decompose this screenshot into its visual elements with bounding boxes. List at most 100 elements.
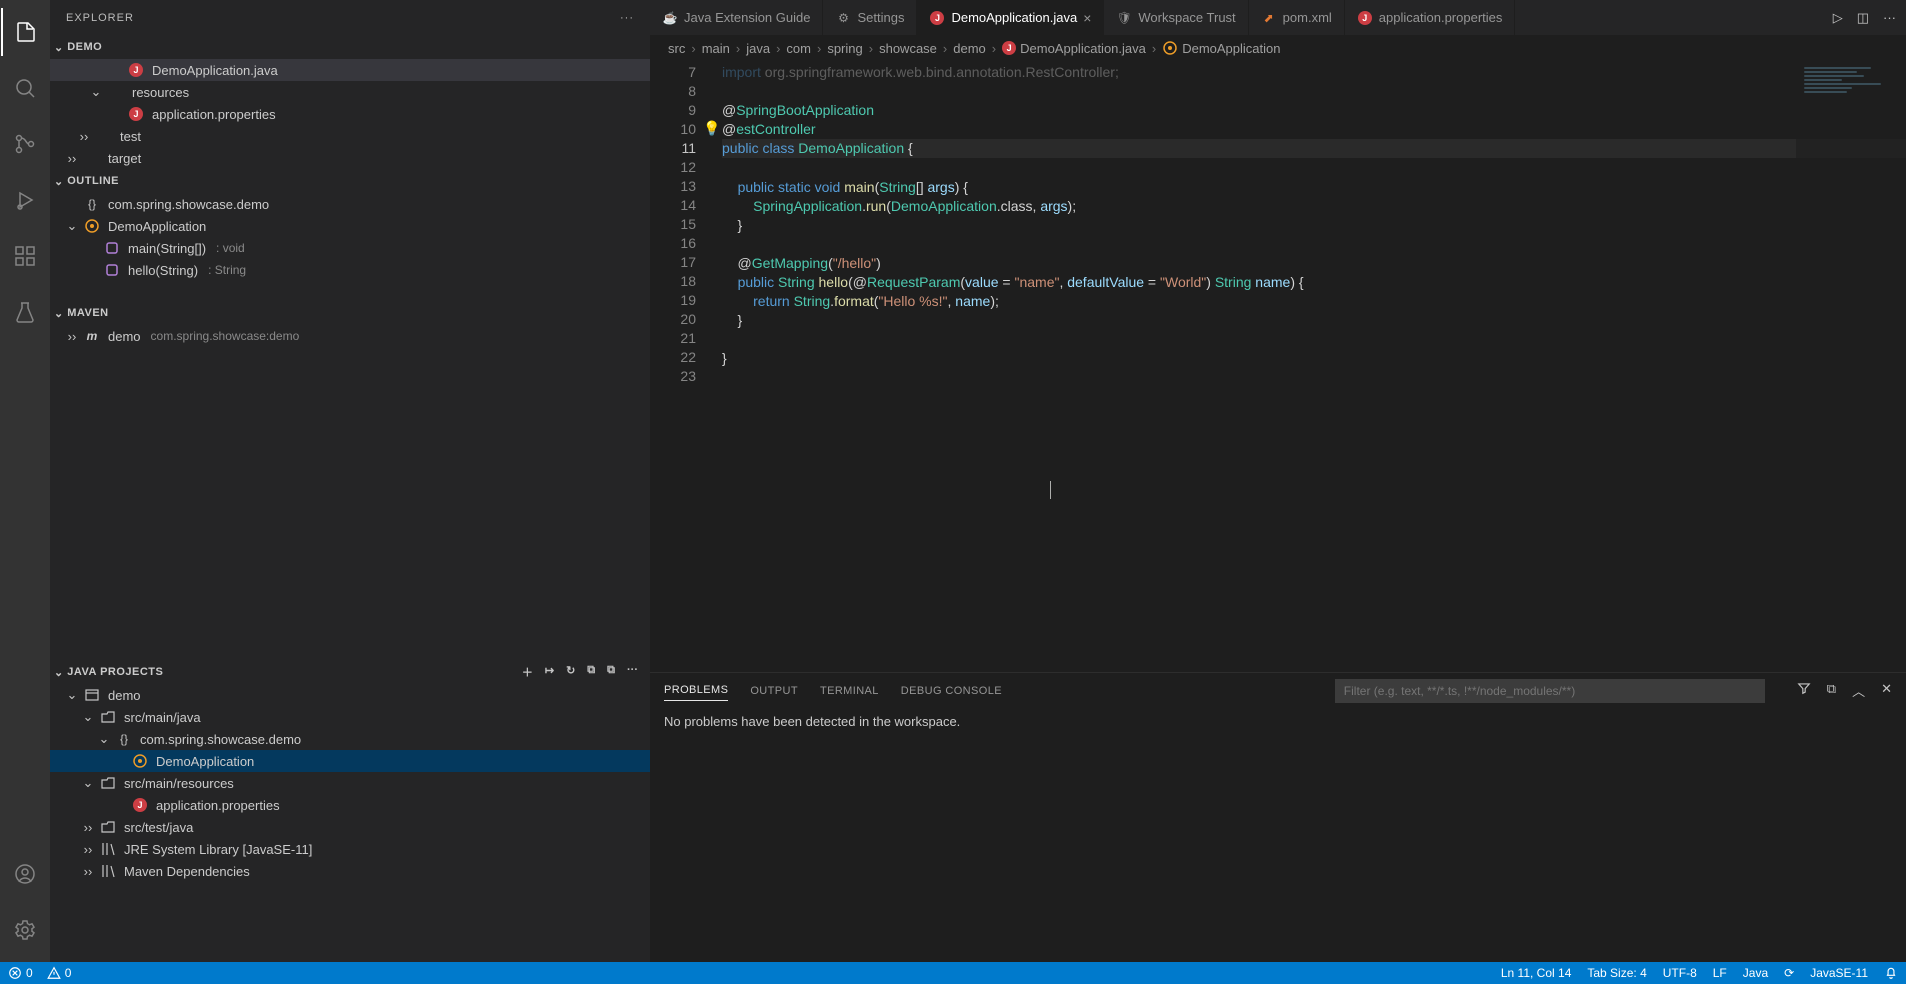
status-lang[interactable]: Java [1743, 966, 1768, 980]
problems-filter-input[interactable] [1335, 679, 1765, 703]
tree-item[interactable]: ⌄DemoApplication [50, 215, 650, 237]
panel-tab-terminal[interactable]: TERMINAL [820, 681, 879, 701]
status-jdk[interactable]: JavaSE-11 [1810, 966, 1868, 980]
filter-icon[interactable] [1797, 681, 1811, 700]
source-control-icon[interactable] [1, 120, 49, 168]
collapse-all-icon[interactable]: ⧉ [1827, 681, 1836, 700]
manage-gear-icon[interactable] [1, 906, 49, 954]
breadcrumb-item[interactable]: src [668, 41, 685, 56]
split-editor-icon[interactable]: ◫ [1857, 10, 1869, 26]
tree-item[interactable]: hello(String): String [50, 259, 650, 281]
editor-tab[interactable]: 🛡Workspace Trust [1104, 0, 1248, 35]
run-icon[interactable]: ▷ [1833, 10, 1843, 26]
editor-tab[interactable]: ☕Java Extension Guide [650, 0, 823, 35]
tree-item[interactable]: DemoApplication [50, 750, 650, 772]
sidebar-more-icon[interactable]: ··· [620, 12, 634, 24]
breadcrumb-item[interactable]: com [786, 41, 811, 56]
tree-item[interactable]: Japplication.properties [50, 794, 650, 816]
tree-item[interactable]: ›JRE System Library [JavaSE-11] [50, 838, 650, 860]
more-icon[interactable]: ··· [627, 664, 638, 680]
status-tabsize[interactable]: Tab Size: 4 [1587, 966, 1646, 980]
tree-item[interactable]: ›test [50, 125, 650, 147]
code-line[interactable]: SpringApplication.run(DemoApplication.cl… [722, 197, 1906, 216]
link-icon[interactable]: ↦ [545, 664, 554, 680]
minimap[interactable] [1796, 61, 1906, 672]
status-bell-icon[interactable] [1884, 966, 1898, 980]
search-icon[interactable] [1, 64, 49, 112]
expand-icon[interactable]: ⧉ [607, 664, 615, 680]
new-icon[interactable]: ＋ [522, 664, 533, 680]
tree-item[interactable]: ›target [50, 147, 650, 169]
tree-item[interactable]: ⌄src/main/resources [50, 772, 650, 794]
refresh-icon[interactable]: ↻ [566, 664, 575, 680]
editor-tab[interactable]: Japplication.properties [1345, 0, 1516, 35]
code-line[interactable]: @estController [722, 120, 1906, 139]
code-line[interactable]: } [722, 216, 1906, 235]
breadcrumb-item[interactable]: JDemoApplication.java [1002, 41, 1146, 56]
breadcrumb-item[interactable]: java [746, 41, 770, 56]
status-lncol[interactable]: Ln 11, Col 14 [1501, 966, 1572, 980]
editor-tab[interactable]: J DemoApplication.java × [917, 0, 1104, 35]
code-line[interactable] [722, 159, 1906, 178]
tree-item[interactable]: ›Maven Dependencies [50, 860, 650, 882]
panel-tab-debug-console[interactable]: DEBUG CONSOLE [901, 681, 1002, 701]
twisty-icon: ⌄ [80, 775, 96, 791]
code-line[interactable]: @SpringBootApplication [722, 101, 1906, 120]
tree-item[interactable]: ⌄demo [50, 684, 650, 706]
code-line[interactable]: public String hello(@RequestParam(value … [722, 273, 1906, 292]
code-line[interactable] [722, 368, 1906, 387]
code-line[interactable]: import org.springframework.web.bind.anno… [722, 63, 1906, 82]
code-line[interactable] [722, 82, 1906, 101]
status-errors[interactable]: 0 [8, 966, 33, 980]
editor-tab[interactable]: ⬈pom.xml [1249, 0, 1345, 35]
tree-item[interactable]: {}com.spring.showcase.demo [50, 193, 650, 215]
collapse-icon[interactable]: ⧉ [587, 664, 595, 680]
tree-item[interactable]: ⌄{}com.spring.showcase.demo [50, 728, 650, 750]
chevron-up-icon[interactable]: ︿ [1852, 681, 1865, 700]
status-eol[interactable]: LF [1713, 966, 1727, 980]
tab-more-icon[interactable]: ··· [1883, 10, 1896, 25]
tab-label: DemoApplication.java [951, 10, 1077, 25]
close-tab-icon[interactable]: × [1083, 10, 1091, 26]
tree-item[interactable]: main(String[]): void [50, 237, 650, 259]
breadcrumb-item[interactable]: DemoApplication [1162, 40, 1280, 56]
breadcrumb-item[interactable]: main [702, 41, 730, 56]
code-line[interactable]: @GetMapping("/hello") [722, 254, 1906, 273]
testing-icon[interactable] [1, 288, 49, 336]
breadcrumb-item[interactable]: showcase [879, 41, 937, 56]
tree-item[interactable]: Japplication.properties [50, 103, 650, 125]
lightbulb-icon[interactable]: 💡 [703, 120, 720, 137]
code-line[interactable]: } [722, 349, 1906, 368]
code-line[interactable]: } [722, 311, 1906, 330]
tree-item[interactable]: ›src/test/java [50, 816, 650, 838]
section-outline-header[interactable]: OUTLINE [50, 169, 650, 193]
section-maven-header[interactable]: MAVEN [50, 301, 650, 325]
run-debug-icon[interactable] [1, 176, 49, 224]
code-line[interactable] [722, 330, 1906, 349]
tree-item-label: demo [108, 688, 141, 703]
tree-item[interactable]: ›mdemocom.spring.showcase:demo [50, 325, 650, 347]
section-java-projects-header[interactable]: JAVA PROJECTS ＋ ↦ ↻ ⧉ ⧉ ··· [50, 660, 650, 684]
tree-item[interactable]: ⌄resources [50, 81, 650, 103]
panel-tab-problems[interactable]: PROBLEMS [664, 680, 728, 701]
editor-tab[interactable]: ⚙Settings [823, 0, 917, 35]
extensions-icon[interactable] [1, 232, 49, 280]
explorer-icon[interactable] [1, 8, 49, 56]
code-line[interactable]: return String.format("Hello %s!", name); [722, 292, 1906, 311]
code-line[interactable]: public static void main(String[] args) { [722, 178, 1906, 197]
code-line[interactable]: public class DemoApplication { [722, 139, 1906, 158]
section-demo-header[interactable]: DEMO [50, 35, 650, 59]
breadcrumbs[interactable]: src›main›java›com›spring›showcase›demo›J… [650, 35, 1906, 61]
tree-item[interactable]: JDemoApplication.java [50, 59, 650, 81]
tree-item[interactable]: ⌄src/main/java [50, 706, 650, 728]
panel-tab-output[interactable]: OUTPUT [750, 681, 798, 701]
code-line[interactable] [722, 235, 1906, 254]
java-icon: J [929, 10, 945, 26]
status-sync-icon[interactable]: ⟳ [1784, 966, 1794, 980]
accounts-icon[interactable] [1, 850, 49, 898]
close-panel-icon[interactable]: ✕ [1881, 681, 1892, 700]
status-encoding[interactable]: UTF-8 [1663, 966, 1697, 980]
breadcrumb-item[interactable]: demo [953, 41, 986, 56]
breadcrumb-item[interactable]: spring [827, 41, 862, 56]
status-warnings[interactable]: 0 [47, 966, 72, 980]
